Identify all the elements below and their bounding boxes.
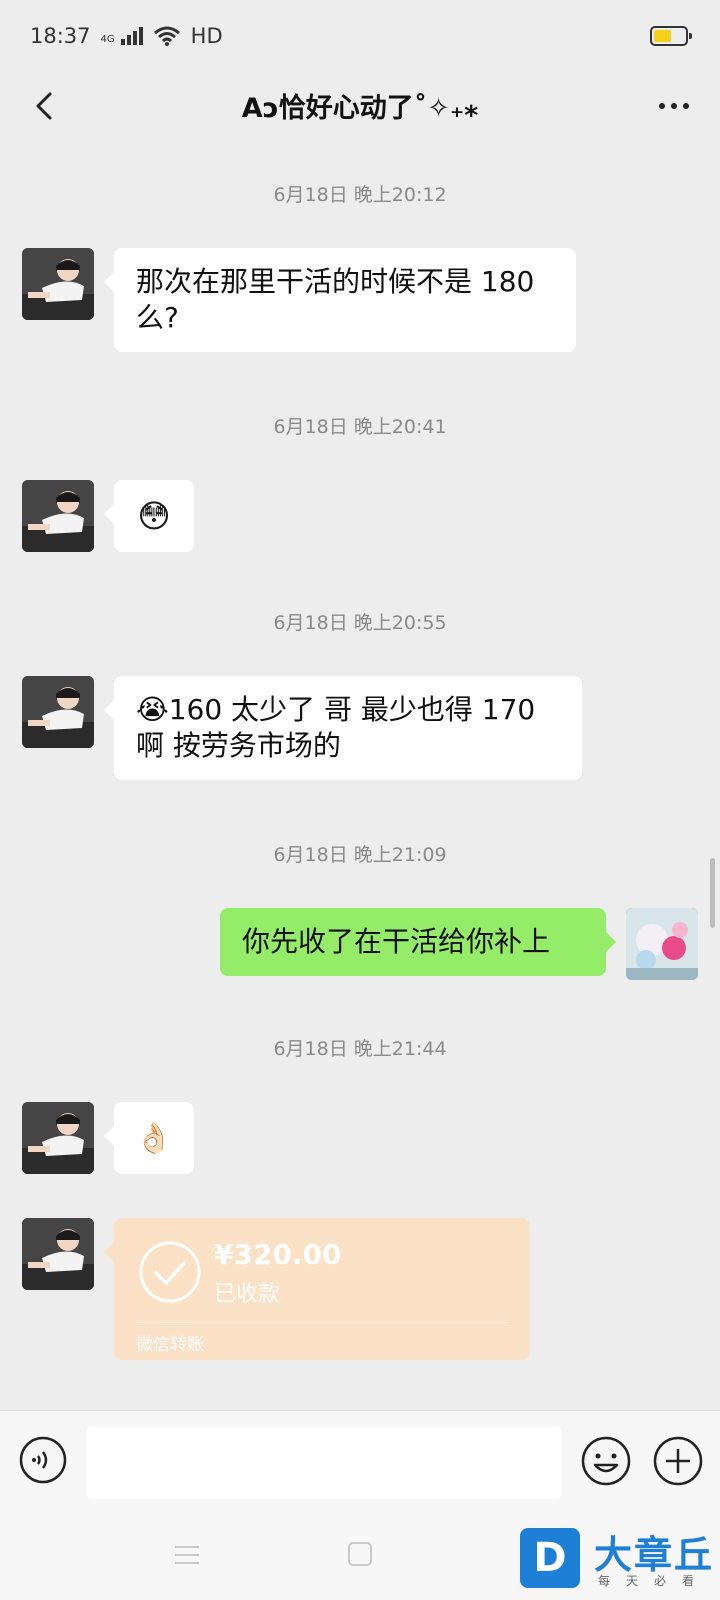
- chat-title: Aↄ恰好心动了˚✧₊⁎: [241, 92, 479, 124]
- watermark-name: 大章丘: [594, 1533, 715, 1577]
- friend-avatar[interactable]: [22, 1218, 94, 1290]
- check-circle-icon: [139, 1241, 201, 1303]
- scrollbar[interactable]: [710, 858, 715, 928]
- wifi-icon: [153, 26, 180, 46]
- watermark-logo: D 大章丘 每天必看: [520, 1528, 720, 1598]
- clock: 18:37: [30, 24, 91, 48]
- plus-icon[interactable]: [652, 1435, 704, 1487]
- emoji-picker-icon[interactable]: [580, 1435, 632, 1487]
- transfer-status: 已收款: [214, 1282, 281, 1307]
- home-button[interactable]: [348, 1542, 372, 1566]
- message-input[interactable]: [86, 1427, 562, 1499]
- more-options-button[interactable]: [650, 86, 698, 126]
- timestamp: 6月18日 晚上20:41: [273, 416, 447, 438]
- ok-hand-icon: 👌🏻: [135, 1120, 173, 1156]
- timestamp: 6月18日 晚上21:09: [273, 844, 447, 866]
- battery-icon: [650, 26, 692, 46]
- my-message-bubble[interactable]: 你先收了在干活给你补上: [220, 908, 616, 976]
- transfer-amount: ¥320.00: [214, 1238, 342, 1271]
- status-bar: 18:37 4G HD: [0, 0, 720, 72]
- timestamp: 6月18日 晚上20:12: [273, 184, 447, 206]
- input-bar: [0, 1410, 720, 1516]
- menu-icon[interactable]: [174, 1544, 200, 1566]
- signal-icon: 4G: [101, 27, 143, 45]
- transfer-label: 微信转账: [136, 1335, 204, 1355]
- timestamp: 6月18日 晚上21:44: [273, 1038, 447, 1060]
- transfer-card[interactable]: ¥320.00 已收款 微信转账: [104, 1218, 530, 1360]
- friend-avatar[interactable]: [22, 1102, 94, 1174]
- emoji-message[interactable]: 👌🏻: [104, 1102, 194, 1174]
- system-nav-bar: D 大章丘 每天必看: [0, 1516, 720, 1600]
- friend-avatar[interactable]: [22, 480, 94, 552]
- message-list[interactable]: 6月18日 晚上20:12 那次在那里干活的时候不是 180 么? 6月18日 …: [0, 138, 720, 1410]
- friend-avatar[interactable]: [22, 248, 94, 320]
- voice-input-icon[interactable]: [18, 1435, 68, 1485]
- chat-header: Aↄ恰好心动了˚✧₊⁎: [0, 72, 720, 138]
- my-avatar[interactable]: [626, 908, 698, 980]
- hd-indicator: HD: [190, 24, 223, 48]
- network-type: 4G: [100, 34, 115, 45]
- flushed-face-icon: 😳: [137, 497, 171, 535]
- divider: [136, 1322, 508, 1323]
- timestamp: 6月18日 晚上20:55: [273, 612, 447, 634]
- message-bubble[interactable]: 那次在那里干活的时候不是 180 么?: [104, 248, 576, 352]
- watermark-logo-mark: D: [520, 1528, 580, 1588]
- message-bubble[interactable]: 😭160 太少了 哥 最少也得 170 啊 按劳务市场的: [104, 676, 582, 780]
- emoji-message[interactable]: 😳: [104, 480, 194, 552]
- back-arrow-icon[interactable]: [26, 86, 66, 126]
- friend-avatar[interactable]: [22, 676, 94, 748]
- watermark-slogan: 每天必看: [598, 1574, 711, 1588]
